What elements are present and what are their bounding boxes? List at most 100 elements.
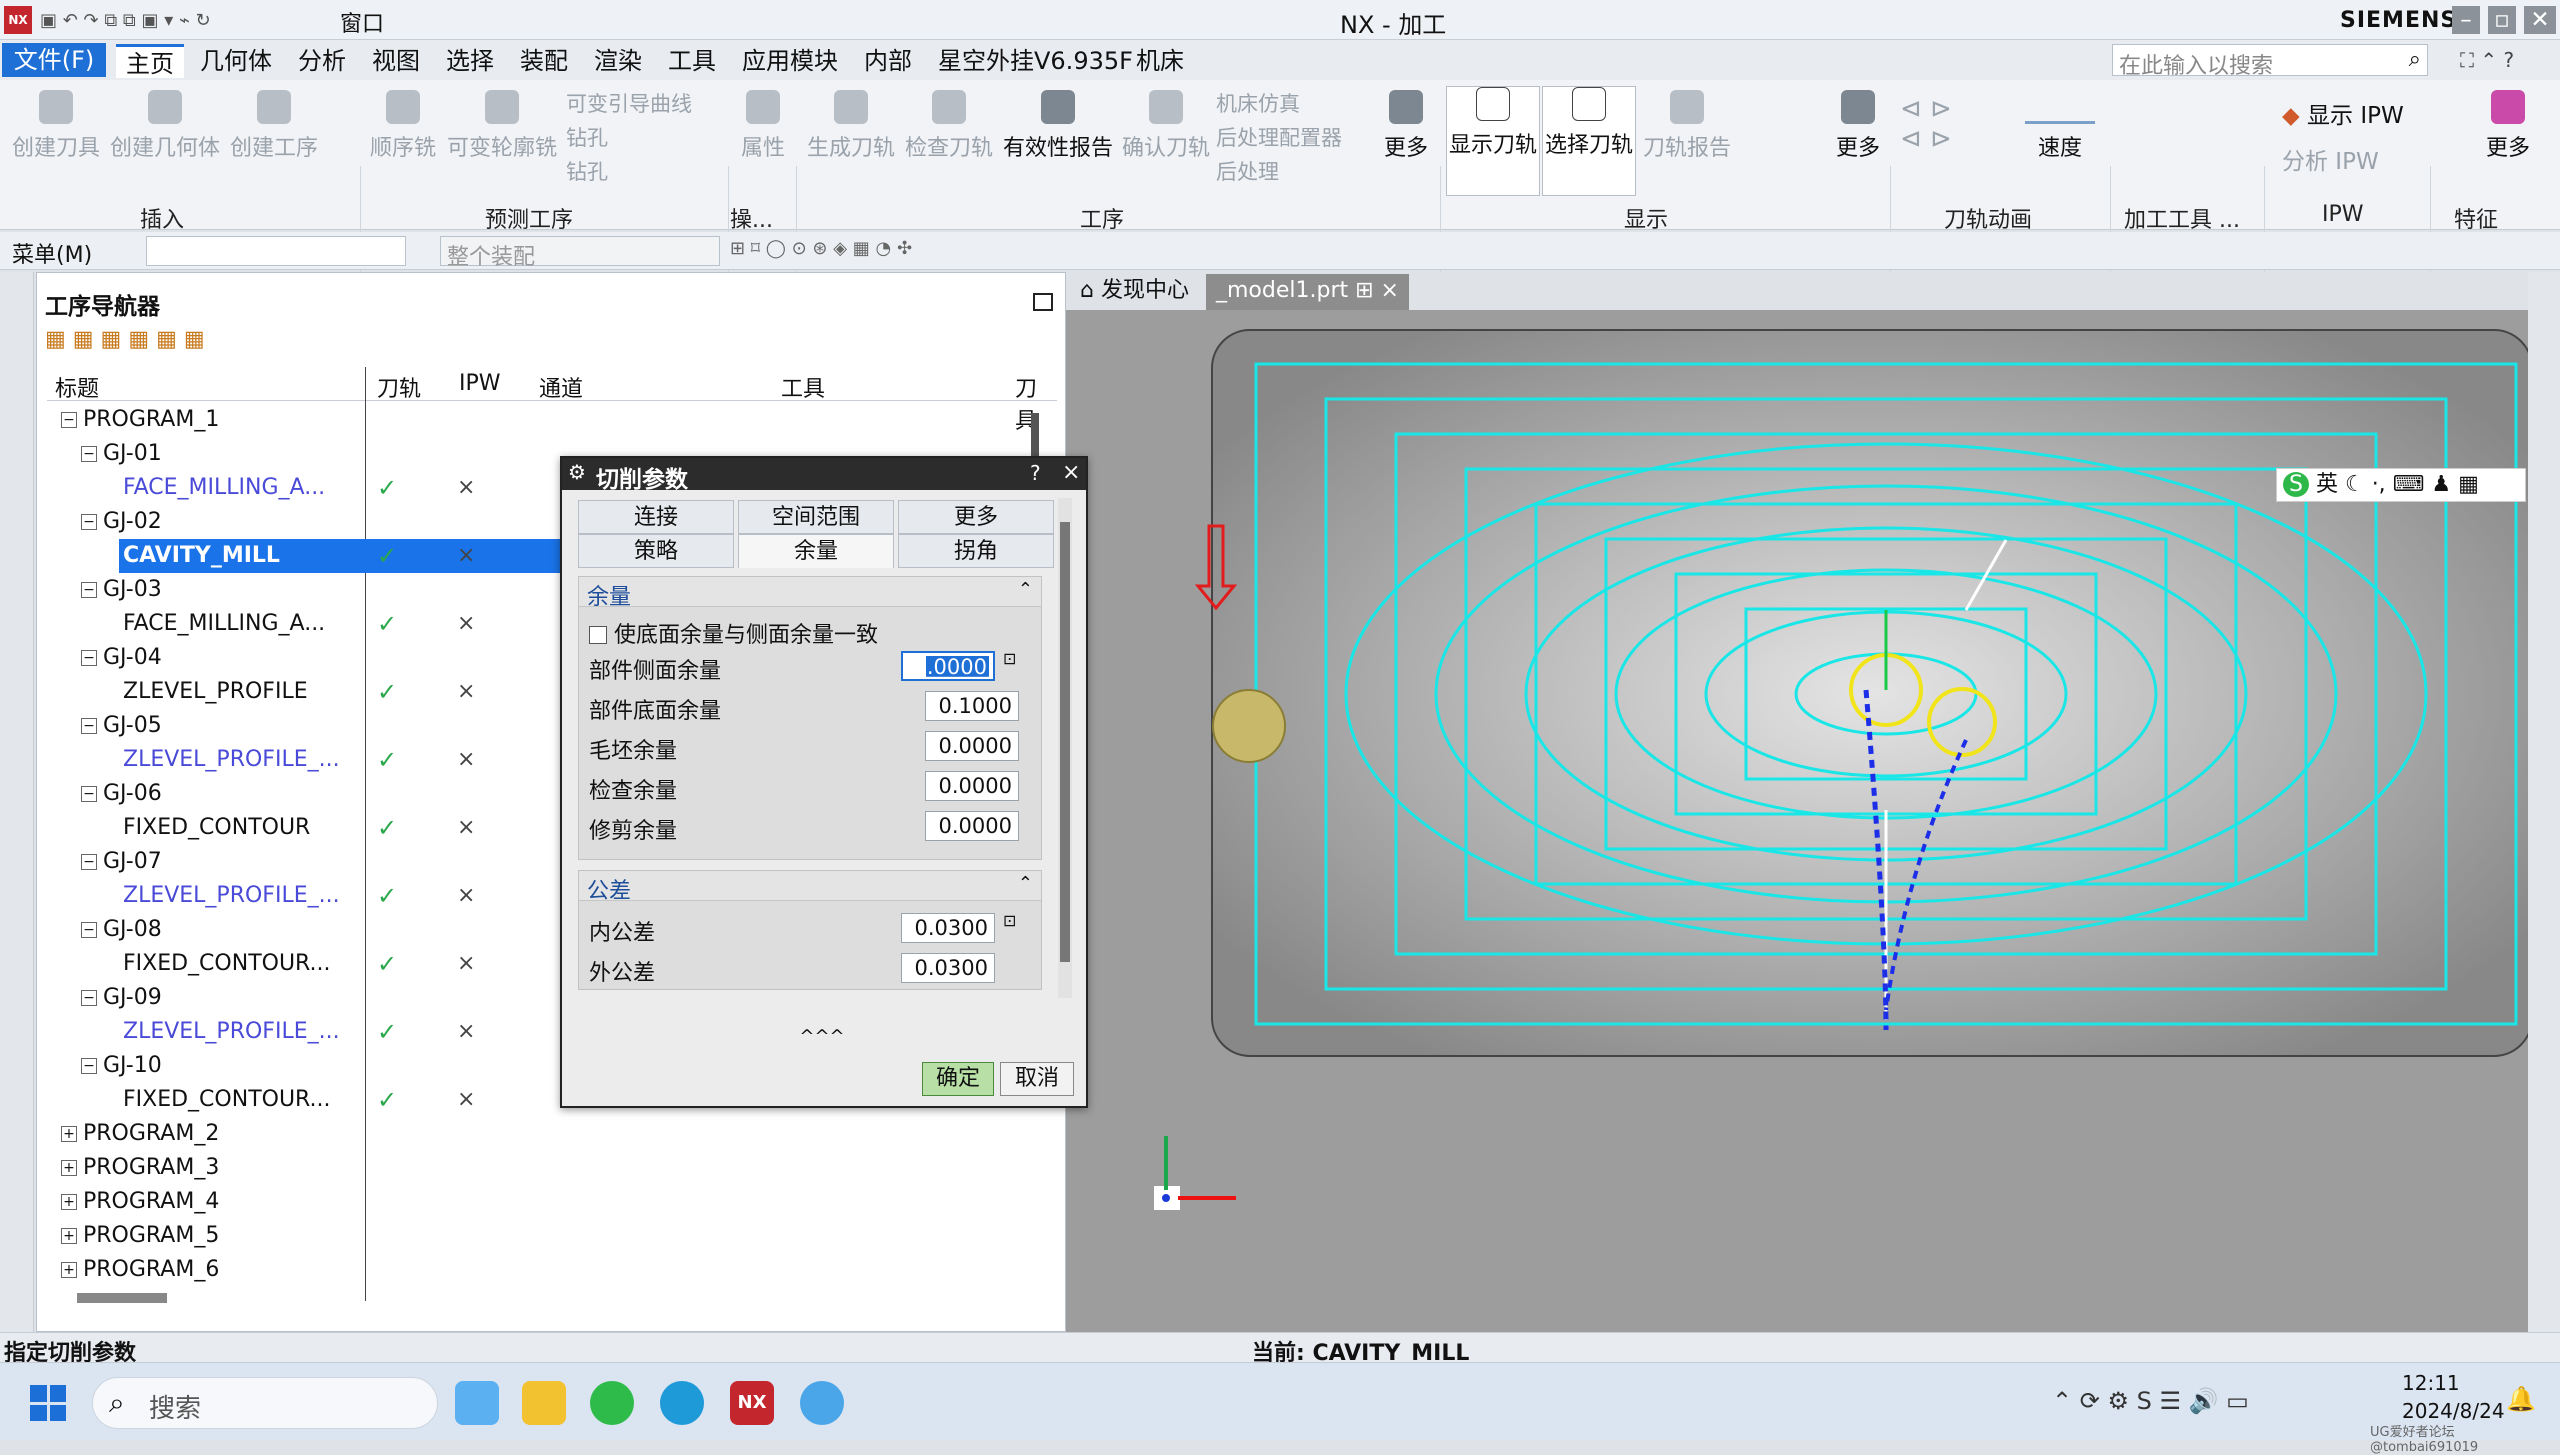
- check-toolpath-button[interactable]: 检查刀轨: [902, 90, 996, 162]
- dialog-tab-tabs_row1-1[interactable]: 空间范围: [738, 500, 894, 534]
- expand-toggle[interactable]: −: [81, 854, 97, 870]
- stock-section-header[interactable]: 余量 ⌃: [579, 577, 1041, 610]
- expand-toggle[interactable]: +: [61, 1160, 77, 1176]
- taskbar-search[interactable]: ⌕ 搜索: [92, 1377, 438, 1429]
- tree-row[interactable]: + PROGRAM_2: [47, 1117, 1057, 1151]
- dialog-tab-tabs_row2-0[interactable]: 策略: [578, 534, 734, 568]
- dialog-tab-tabs_row1-0[interactable]: 连接: [578, 500, 734, 534]
- collapse-icon[interactable]: ⌃: [1018, 873, 1033, 894]
- clock-date[interactable]: 2024/8/24: [2402, 1399, 2505, 1423]
- app-icon-1[interactable]: [455, 1381, 499, 1425]
- validity-report-button[interactable]: 有效性报告: [1000, 90, 1116, 162]
- dialog-tab-tabs_row2-2[interactable]: 拐角: [898, 534, 1054, 568]
- edge-icon[interactable]: [660, 1381, 704, 1425]
- expand-toggle[interactable]: −: [81, 446, 97, 462]
- select-toolpath-button[interactable]: 选择刀轨: [1542, 86, 1636, 196]
- ime-toolbar[interactable]: S 英 ☾ ·, ⌨ ♟ ▦: [2276, 468, 2526, 502]
- tolerance-input[interactable]: 0.0300: [901, 953, 995, 983]
- expand-toggle[interactable]: −: [81, 650, 97, 666]
- file-explorer-icon[interactable]: [522, 1381, 566, 1425]
- playback-controls[interactable]: ⊲ ⊳ ⊲ ⊳: [1900, 94, 1952, 154]
- clock-time[interactable]: 12:11: [2402, 1371, 2460, 1395]
- right-toolbar[interactable]: [2528, 272, 2560, 1332]
- speed-slider[interactable]: 速度: [2020, 90, 2100, 162]
- expand-toggle[interactable]: −: [81, 1058, 97, 1074]
- stock-value-input[interactable]: 0.0000: [925, 811, 1019, 841]
- floor-same-as-side-checkbox[interactable]: 使底面余量与侧面余量一致: [589, 617, 878, 649]
- tab-7[interactable]: 工具: [658, 44, 726, 78]
- main-menu-button[interactable]: 菜单(M): [12, 237, 92, 269]
- dialog-scrollbar[interactable]: [1058, 498, 1072, 998]
- wechat-icon[interactable]: [590, 1381, 634, 1425]
- tab-11[interactable]: 机床: [1126, 44, 1194, 78]
- expand-toggle[interactable]: +: [61, 1194, 77, 1210]
- drill-button-1[interactable]: 钻孔: [566, 122, 608, 152]
- start-button[interactable]: [30, 1385, 66, 1421]
- notification-icon[interactable]: 🔔: [2506, 1385, 2536, 1413]
- tab-4[interactable]: 选择: [436, 44, 504, 78]
- model-view[interactable]: [1066, 310, 2528, 1332]
- app-icon-2[interactable]: [800, 1381, 844, 1425]
- sequential-mill-button[interactable]: 顺序铣: [368, 90, 438, 162]
- generate-toolpath-button[interactable]: 生成刀轨: [804, 90, 898, 162]
- procedure-more-button[interactable]: 更多: [1378, 90, 1434, 162]
- col-ipw[interactable]: IPW: [459, 371, 501, 396]
- graphics-window[interactable]: ⌂ 发现中心 _model1.prt ⊞ × S 英 ☾ ·, ⌨ ♟ ▦: [1066, 272, 2528, 1332]
- navigator-toolbar[interactable]: ▦ ▦ ▦ ▦ ▦ ▦: [45, 327, 205, 352]
- display-more-button[interactable]: 更多: [1830, 90, 1886, 162]
- create-tool-button[interactable]: 创建刀具: [10, 90, 102, 162]
- analyze-ipw-button[interactable]: 分析 IPW: [2282, 142, 2379, 176]
- system-tray[interactable]: ⌃ ⟳ ⚙ S ☰ 🔊 ▭: [2052, 1387, 2249, 1415]
- help-icons[interactable]: ⛶ ⌃ ?: [2460, 48, 2514, 72]
- tab-0[interactable]: 主页: [116, 44, 184, 78]
- file-menu[interactable]: 文件(F): [2, 43, 106, 77]
- stock-value-input[interactable]: 0.0000: [901, 651, 995, 681]
- post-config-button[interactable]: 后处理配置器: [1216, 122, 1342, 152]
- type-filter[interactable]: [146, 236, 406, 266]
- expand-toggle[interactable]: +: [61, 1126, 77, 1142]
- variable-guide-curve-button[interactable]: 可变引导曲线: [566, 88, 692, 118]
- col-title[interactable]: 标题: [55, 371, 99, 403]
- expand-toggle[interactable]: −: [81, 786, 97, 802]
- variable-contour-button[interactable]: 可变轮廓铣: [444, 90, 560, 162]
- checkbox-box[interactable]: [589, 626, 607, 644]
- tab-5[interactable]: 装配: [510, 44, 578, 78]
- collapse-icon[interactable]: ⌃: [1018, 579, 1033, 600]
- expand-toggle[interactable]: −: [81, 922, 97, 938]
- attributes-button[interactable]: 属性: [736, 90, 790, 162]
- tolerance-input[interactable]: 0.0300: [901, 913, 995, 943]
- tab-model[interactable]: _model1.prt ⊞ ×: [1206, 274, 1409, 310]
- maximize-icon[interactable]: [1033, 293, 1053, 311]
- quick-access-toolbar[interactable]: ▣ ↶ ↷ ⧉ ⧉ ▣ ▾ ⌁ ↻: [40, 10, 340, 31]
- selection-tools[interactable]: ⊞ ⌑ ◯ ⊙ ⊛ ◈ ▦ ◔ ✣: [730, 238, 912, 259]
- col-channel[interactable]: 通道: [539, 371, 583, 403]
- ok-button[interactable]: 确定: [922, 1062, 994, 1096]
- tab-9[interactable]: 内部: [854, 44, 922, 78]
- expand-toggle[interactable]: −: [61, 412, 77, 428]
- expand-toggle[interactable]: −: [81, 718, 97, 734]
- tree-row[interactable]: + PROGRAM_3: [47, 1151, 1057, 1185]
- drill-button-2[interactable]: 钻孔: [566, 156, 608, 186]
- expand-more-toggle[interactable]: ^^^: [562, 1026, 1082, 1047]
- machine-sim-button[interactable]: 机床仿真: [1216, 88, 1300, 118]
- tab-2[interactable]: 分析: [288, 44, 356, 78]
- lock-icon[interactable]: ⊡: [1003, 649, 1016, 668]
- cancel-button[interactable]: 取消: [1000, 1062, 1074, 1096]
- resource-bar[interactable]: [0, 272, 34, 1332]
- expand-toggle[interactable]: +: [61, 1262, 77, 1278]
- create-geometry-button[interactable]: 创建几何体: [108, 90, 222, 162]
- expand-toggle[interactable]: −: [81, 990, 97, 1006]
- verify-toolpath-button[interactable]: 确认刀轨: [1120, 90, 1212, 162]
- minimize-button[interactable]: –: [2452, 6, 2480, 34]
- help-button[interactable]: ?: [1030, 461, 1041, 485]
- tab-discovery[interactable]: ⌂ 发现中心: [1072, 274, 1197, 308]
- show-ipw-button[interactable]: ◆ 显示 IPW: [2282, 96, 2404, 130]
- dialog-tab-tabs_row2-1[interactable]: 余量: [738, 534, 894, 568]
- show-toolpath-button[interactable]: 显示刀轨: [1446, 86, 1540, 196]
- tab-3[interactable]: 视图: [362, 44, 430, 78]
- dialog-tab-tabs_row1-2[interactable]: 更多: [898, 500, 1054, 534]
- restore-button[interactable]: ▫: [2488, 6, 2516, 34]
- nx-app-icon[interactable]: NX: [730, 1381, 774, 1425]
- postprocess-button[interactable]: 后处理: [1216, 156, 1279, 186]
- search-icon[interactable]: ⌕: [2409, 47, 2421, 72]
